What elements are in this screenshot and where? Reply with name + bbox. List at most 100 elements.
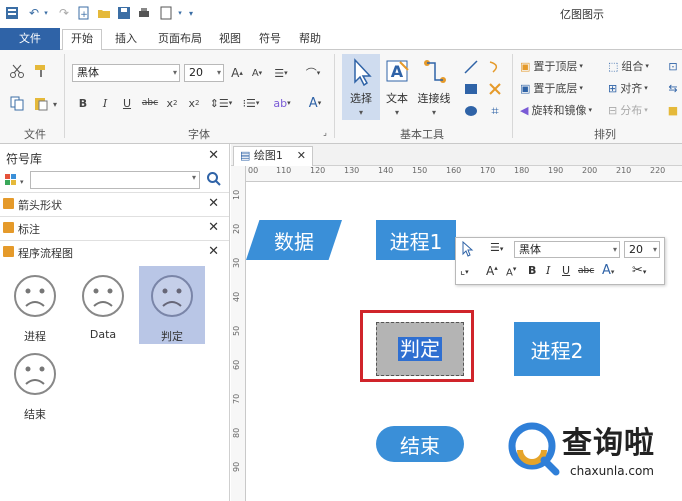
paste-icon[interactable]: ▾ [32, 94, 58, 112]
text-align-icon[interactable]: ☰▾ [270, 64, 292, 82]
send-to-back-button[interactable]: ▣ 置于底层 ▾ [520, 80, 600, 96]
strikethrough-icon[interactable]: abc [140, 94, 160, 112]
float-font-size-select[interactable]: 20 ▾ [624, 241, 660, 258]
tab-help[interactable]: 帮助 [292, 30, 328, 50]
text-tool[interactable]: A 文本 ▾ [378, 54, 416, 120]
text-align-icon[interactable]: ☰▾ [490, 241, 503, 254]
underline-icon[interactable]: U [562, 264, 570, 277]
shape-decision[interactable]: 判定 [139, 266, 205, 344]
tab-file[interactable]: 文件 [0, 28, 60, 50]
ellipse-shape-icon[interactable] [462, 102, 480, 120]
library-grid-icon[interactable]: ▾ [4, 172, 24, 191]
tools-icon[interactable]: ✂▾ [632, 263, 646, 278]
new-file-icon[interactable]: + [76, 5, 92, 21]
rotate-mirror-button[interactable]: ◀ 旋转和镜像 ▾ [520, 102, 606, 118]
font-color-icon[interactable]: A▾ [302, 94, 328, 112]
distribute-button[interactable]: ⊟ 分布 ▾ [608, 102, 664, 118]
select-tool[interactable]: 选择 ▾ [342, 54, 380, 120]
rectangle-shape-icon[interactable] [462, 80, 480, 98]
selected-node-text[interactable]: 判定 [398, 337, 442, 361]
font-dialog-launcher-icon[interactable]: ⌟ [320, 126, 330, 138]
tab-symbol[interactable]: 符号 [252, 30, 288, 50]
font-size-select[interactable]: 20 ▾ [184, 64, 224, 82]
page-icon[interactable] [158, 5, 174, 21]
group-button[interactable]: ⬚ 组合 ▾ [608, 58, 664, 74]
document-tab[interactable]: ▤ 绘图1 ✕ [233, 146, 313, 166]
close-icon[interactable]: ✕ [208, 196, 219, 211]
shape-data[interactable]: Data [70, 266, 136, 344]
tab-home[interactable]: 开始 [62, 29, 102, 51]
line-spacing-icon[interactable]: ⇕☰ ▾ [208, 94, 234, 112]
italic-icon[interactable]: I [546, 264, 550, 277]
close-icon[interactable]: ✕ [297, 147, 306, 165]
align-button[interactable]: ⊞ 对齐 ▾ [608, 80, 664, 96]
font-name-select[interactable]: 黑体 ▾ [72, 64, 180, 82]
decrease-font-icon[interactable]: A▾ [506, 265, 516, 278]
shape-process[interactable]: 进程 [2, 266, 68, 344]
decrease-font-icon[interactable]: A▾ [248, 64, 266, 82]
bold-icon[interactable]: B [76, 94, 90, 112]
category-arrow-shapes[interactable]: 箭头形状 ✕ [0, 192, 229, 214]
cut-icon[interactable] [8, 62, 26, 80]
bold-icon[interactable]: B [528, 264, 536, 277]
search-icon[interactable] [206, 171, 222, 190]
shape-data-node[interactable]: 数据 [246, 220, 342, 260]
size-icon[interactable]: ⊡ [666, 58, 680, 74]
shape-process2-node[interactable]: 进程2 [514, 322, 600, 376]
bring-to-front-button[interactable]: ▣ 置于顶层 ▾ [520, 58, 600, 74]
copy-icon[interactable] [8, 94, 26, 112]
document-tabs: ▤ 绘图1 ✕ [231, 144, 682, 166]
strikethrough-icon[interactable]: abc [578, 266, 594, 276]
italic-icon[interactable]: I [98, 94, 112, 112]
bullet-list-icon[interactable]: ⁝☰ ▾ [238, 94, 264, 112]
crop-icon[interactable]: ⌗ [486, 102, 504, 120]
library-search-input[interactable]: ▾ [30, 171, 200, 189]
send-back-icon: ▣ [520, 81, 531, 95]
text-highlight-icon[interactable]: ab ▾ [268, 94, 296, 112]
page-dropdown-icon[interactable]: ▾ [176, 5, 184, 21]
anchor-icon[interactable]: ⌞▾ [460, 264, 469, 277]
close-icon[interactable]: ✕ [208, 148, 219, 163]
underline-icon[interactable]: U [120, 94, 134, 112]
shape-label: 判定 [161, 330, 183, 343]
close-icon[interactable]: ✕ [208, 244, 219, 259]
font-name-value: 黑体 [77, 66, 99, 79]
lock-icon[interactable]: ■ [666, 102, 680, 118]
text-curve-icon[interactable]: ⌒ ▾ [298, 64, 328, 82]
tab-page-layout[interactable]: 页面布局 [150, 30, 210, 50]
redo-icon[interactable]: ↷ [56, 5, 72, 21]
ribbon-separator [334, 54, 335, 138]
cross-shape-icon[interactable] [486, 80, 504, 98]
vertical-ruler: 10 20 30 40 50 60 70 80 90 [231, 166, 246, 501]
format-painter-icon[interactable] [32, 62, 50, 80]
shape-process1-node[interactable]: 进程1 [376, 220, 456, 260]
shape-end[interactable]: 结束 [2, 344, 68, 422]
shape-decision-node[interactable]: 判定 [376, 322, 464, 376]
float-font-name-select[interactable]: 黑体 ▾ [514, 241, 620, 258]
flip-icon[interactable]: ⇆ [666, 80, 680, 96]
shape-end-node[interactable]: 结束 [376, 426, 464, 462]
save-icon[interactable] [116, 5, 132, 21]
open-folder-icon[interactable] [96, 5, 112, 21]
connector-tool-label: 连接线 [417, 92, 451, 105]
customize-toolbar-icon[interactable]: ▾ [186, 5, 196, 21]
line-shape-icon[interactable] [462, 58, 480, 76]
undo-dropdown-icon[interactable]: ▾ [42, 5, 50, 21]
subscript-icon[interactable]: x2 [164, 94, 180, 112]
select-cursor-icon[interactable] [460, 240, 474, 260]
curve-arrow-icon[interactable] [486, 58, 504, 76]
tab-insert[interactable]: 插入 [106, 30, 146, 50]
undo-icon[interactable]: ↶ [26, 5, 42, 21]
close-icon[interactable]: ✕ [208, 220, 219, 235]
connector-tool[interactable]: 连接线 ▾ [414, 54, 454, 120]
category-callouts[interactable]: 标注 ✕ [0, 216, 229, 238]
superscript-icon[interactable]: x2 [186, 94, 202, 112]
print-icon[interactable] [136, 5, 152, 21]
category-flowchart[interactable]: 程序流程图 ✕ [0, 240, 229, 262]
category-label: 箭头形状 [18, 199, 62, 212]
increase-font-icon[interactable]: A▴ [486, 264, 498, 278]
tab-view[interactable]: 视图 [212, 30, 248, 50]
increase-font-icon[interactable]: A▴ [228, 64, 246, 82]
font-color-icon[interactable]: A▾ [602, 263, 614, 278]
ribbon-tabs: 文件 开始 插入 页面布局 视图 符号 帮助 [0, 26, 682, 51]
